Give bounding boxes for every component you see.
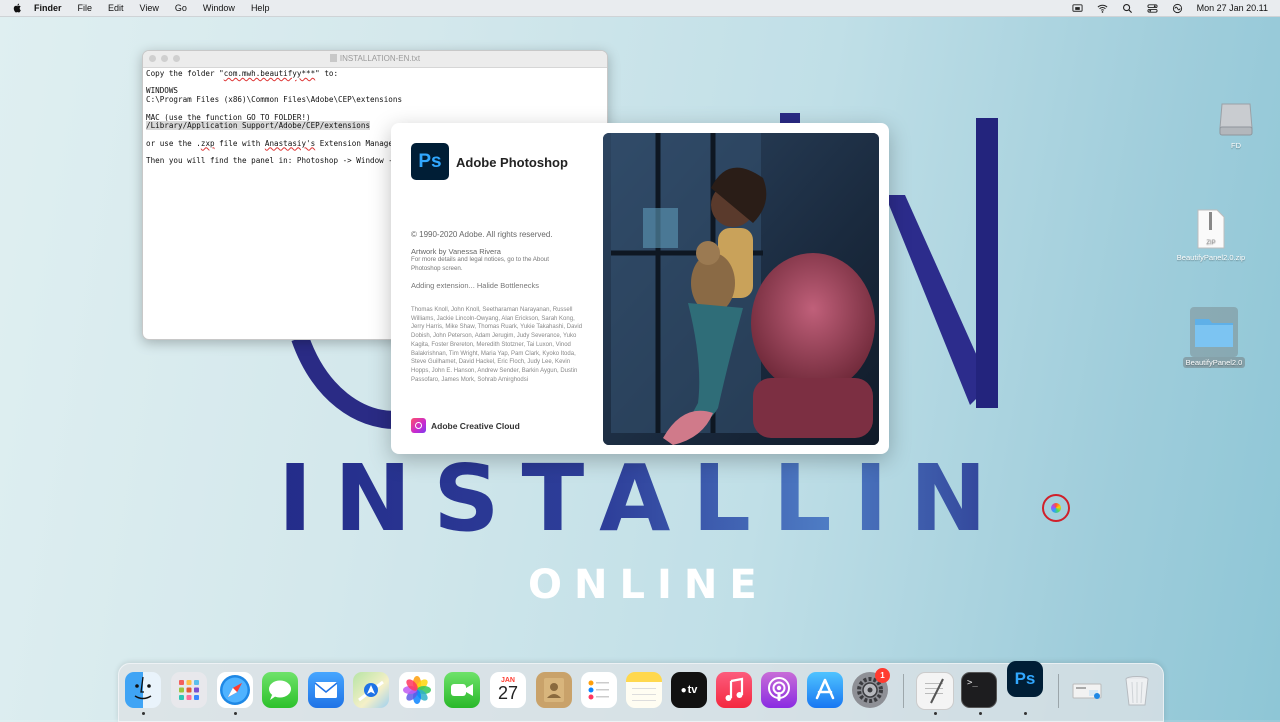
- dock-textedit-icon[interactable]: [916, 672, 954, 710]
- desktop-item-label: FD: [1231, 141, 1241, 150]
- splash-legal-note: For more details and legal notices, go t…: [411, 256, 549, 272]
- text-misspelled: com.mwh.beautifyy***: [223, 69, 316, 78]
- text-line: " to:: [315, 69, 339, 78]
- desktop-item-folder[interactable]: BeautifyPanel2.0: [1174, 307, 1254, 368]
- dock-calendar-icon[interactable]: JAN 27: [490, 672, 526, 708]
- text-selection: /Library/Application Support/Adobe/CEP/e…: [146, 121, 371, 131]
- editor-title: INSTALLATION-EN.txt: [339, 54, 421, 63]
- tv-apple-icon: ●: [680, 684, 687, 696]
- dock-podcasts-icon[interactable]: [761, 672, 797, 708]
- dock-trash-icon[interactable]: [1119, 672, 1155, 708]
- splash-artwork-image: [603, 133, 879, 445]
- dock-app-store-icon[interactable]: [807, 672, 843, 708]
- text-misspelled: zxp: [200, 138, 215, 148]
- splash-title: Adobe Photoshop: [456, 155, 568, 170]
- text-line: MAC (use the function GO TO FOLDER!): [146, 112, 311, 122]
- text-line: WINDOWS: [146, 86, 179, 96]
- dock-running-indicator: [934, 712, 937, 715]
- dock-running-indicator: [234, 712, 237, 715]
- zoom-button[interactable]: [173, 55, 180, 62]
- dock-separator: [1058, 674, 1059, 708]
- dock-finder-icon[interactable]: [125, 672, 161, 708]
- text-misspelled: Anastasiy's: [264, 138, 316, 148]
- dock-mail-icon[interactable]: [308, 672, 344, 708]
- text-line: or use the .: [146, 138, 201, 148]
- dock-music-icon[interactable]: [716, 672, 752, 708]
- tv-label: tv: [687, 684, 698, 696]
- close-button[interactable]: [149, 55, 156, 62]
- dock-terminal-icon[interactable]: >_: [961, 672, 997, 708]
- editor-titlebar[interactable]: INSTALLATION-EN.txt: [143, 51, 607, 68]
- dock-separator: [903, 674, 904, 708]
- dock-running-indicator: [142, 712, 145, 715]
- dock-reminders-icon[interactable]: [581, 672, 617, 708]
- dock: JAN 27 ● tv 1 >_ Ps: [118, 661, 1164, 722]
- zip-file-icon: ZIP: [1197, 209, 1225, 249]
- splash-credits: Thomas Knoll, John Knoll, Seetharaman Na…: [411, 307, 583, 383]
- dock-notes-icon[interactable]: [626, 672, 662, 708]
- calendar-day: 27: [497, 682, 519, 703]
- dock-messages-icon[interactable]: [262, 672, 298, 708]
- drive-icon: [1219, 103, 1253, 136]
- splash-status: Adding extension... Halide Bottlenecks: [411, 281, 539, 290]
- photoshop-dock-label: Ps: [1014, 669, 1036, 688]
- dock-running-indicator: [1024, 712, 1027, 715]
- background-online-text: ONLINE: [528, 562, 769, 608]
- splash-copyright: © 1990-2020 Adobe. All rights reserved.: [411, 230, 553, 239]
- cursor-spinner-icon: [1042, 494, 1070, 522]
- desktop-item-fd[interactable]: FD: [1210, 98, 1262, 151]
- dock-launchpad-icon[interactable]: [171, 672, 207, 708]
- text-line: Copy the folder ": [146, 69, 224, 78]
- dock-contacts-icon[interactable]: [536, 672, 572, 708]
- photoshop-splash-screen: Ps Adobe Photoshop © 1990-2020 Adobe. Al…: [391, 123, 889, 454]
- document-icon: [329, 54, 337, 62]
- svg-text:ZIP: ZIP: [1206, 240, 1215, 246]
- dock-photos-icon[interactable]: [399, 672, 435, 708]
- creative-cloud-label: Adobe Creative Cloud: [431, 421, 520, 431]
- text-line: C:\Program Files (x86)\Common Files\Adob…: [146, 95, 403, 105]
- dock-photoshop-icon[interactable]: Ps: [1007, 661, 1043, 697]
- dock-tv-icon[interactable]: ● tv: [671, 672, 707, 708]
- desktop-item-zip[interactable]: ZIP BeautifyPanel2.0.zip: [1168, 208, 1254, 263]
- creative-cloud-icon: [411, 418, 426, 433]
- text-line: Then you will find the panel in: Photosh…: [146, 156, 398, 166]
- text-line: file with: [214, 138, 265, 148]
- settings-notification-badge: 1: [875, 668, 890, 683]
- terminal-prompt: >_: [967, 678, 978, 688]
- photoshop-logo-icon: Ps: [411, 143, 449, 180]
- background-installin-text: INSTALLIN: [278, 445, 1009, 552]
- splash-artwork-credit: Artwork by Vanessa Rivera: [411, 247, 501, 256]
- dock-downloads-stack-icon[interactable]: [1069, 672, 1105, 708]
- dock-maps-icon[interactable]: [353, 672, 389, 708]
- minimize-button[interactable]: [161, 55, 168, 62]
- desktop-item-label: BeautifyPanel2.0.zip: [1176, 253, 1246, 262]
- dock-facetime-icon[interactable]: [444, 672, 480, 708]
- dock-running-indicator: [979, 712, 982, 715]
- text-line: Extension Manager: [315, 138, 398, 148]
- dock-safari-icon[interactable]: [217, 672, 253, 708]
- folder-icon: [1195, 319, 1233, 347]
- desktop-item-label: BeautifyPanel2.0: [1182, 357, 1246, 368]
